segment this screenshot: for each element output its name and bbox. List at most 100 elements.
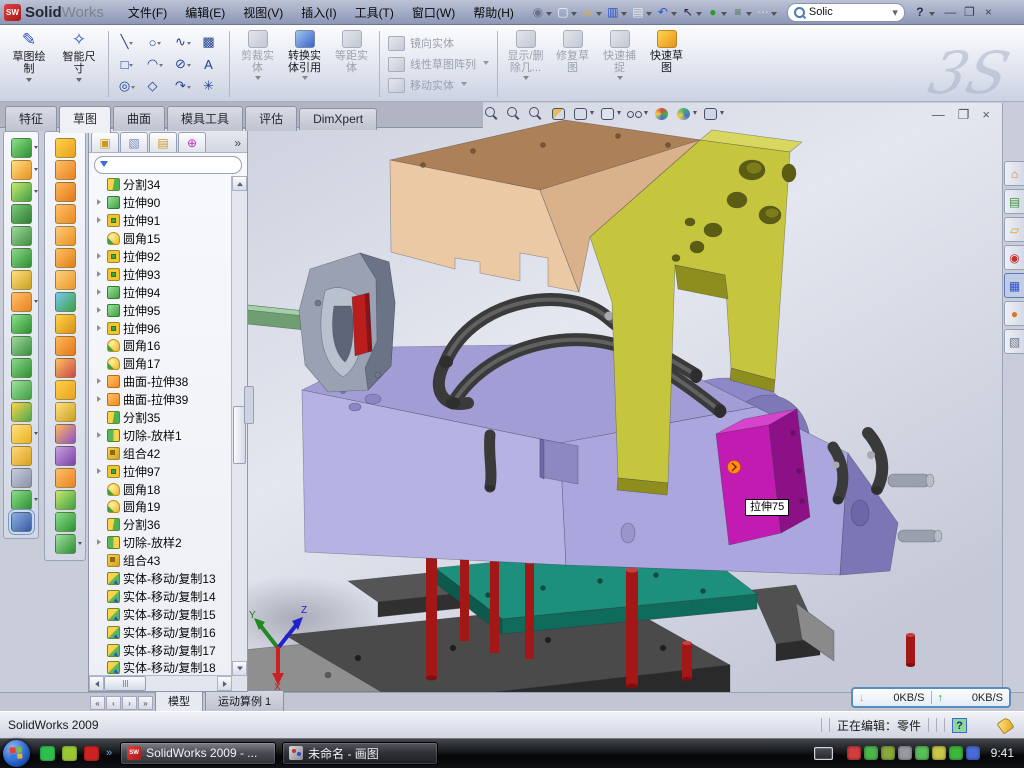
expand-arrow-icon[interactable] xyxy=(96,216,104,225)
tree-item[interactable]: 曲面-拉伸39 xyxy=(89,391,232,409)
design-library-tab[interactable]: ▤ xyxy=(1004,189,1024,214)
tag-icon[interactable] xyxy=(996,716,1014,734)
open-icon[interactable]: ▱ xyxy=(580,4,596,20)
spline-tool-icon[interactable] xyxy=(55,534,76,554)
doc-minimize-button[interactable]: — xyxy=(932,107,945,123)
tree-item[interactable]: 拉伸90 xyxy=(89,194,232,212)
tree-item[interactable]: 分割34 xyxy=(89,176,232,194)
tree-item[interactable]: 分割36 xyxy=(89,516,232,534)
sketch-button[interactable]: ✎ 草图绘制 xyxy=(4,28,54,100)
dropdown-caret-icon[interactable] xyxy=(590,111,594,117)
expand-arrow-icon[interactable] xyxy=(96,431,104,440)
configurationmanager-tab[interactable]: ▤ xyxy=(149,132,177,152)
extruded-cut-icon[interactable] xyxy=(11,160,32,180)
tray-update-icon[interactable] xyxy=(881,746,895,760)
dropdown-caret-icon[interactable] xyxy=(157,42,161,47)
rectangle-tool[interactable]: □ xyxy=(113,53,141,75)
dropdown-caret-icon[interactable] xyxy=(523,76,529,83)
curve-icon[interactable] xyxy=(11,490,32,510)
dropdown-caret-icon[interactable] xyxy=(646,12,652,19)
expand-arrow-icon[interactable] xyxy=(96,180,104,189)
reference-plane-icon[interactable] xyxy=(11,446,32,466)
expand-arrow-icon[interactable] xyxy=(96,520,104,529)
expand-arrow-icon[interactable] xyxy=(96,610,104,619)
solidworks-search-tab[interactable]: ◉ xyxy=(1004,245,1024,270)
magnifier-icon[interactable] xyxy=(528,106,545,122)
featuremanager-tab[interactable]: ▣ xyxy=(91,132,119,152)
menu-item[interactable]: 帮助(H) xyxy=(464,1,523,24)
view-palette-tab[interactable]: ▦ xyxy=(1004,273,1024,298)
line-tool[interactable]: ╲ xyxy=(113,31,141,53)
solidworks-resources-tab[interactable]: ⌂ xyxy=(1004,161,1024,186)
smart-dimension-button[interactable]: ✧ 智能尺寸 xyxy=(54,28,104,100)
dropdown-caret-icon[interactable] xyxy=(255,76,261,83)
expand-arrow-icon[interactable] xyxy=(96,270,104,279)
expand-arrow-icon[interactable] xyxy=(96,485,104,494)
taskbar-clock[interactable]: 9:41 xyxy=(991,746,1014,760)
close-button[interactable]: × xyxy=(979,3,998,21)
tree-item[interactable]: 实体-移动/复制16 xyxy=(89,623,232,641)
repair-sketch-button[interactable]: 修复草图 xyxy=(549,28,596,100)
overflow-icon[interactable]: ⋯ xyxy=(755,4,771,20)
swept-boss-icon[interactable] xyxy=(11,204,32,224)
expand-arrow-icon[interactable] xyxy=(96,252,104,261)
draft-icon[interactable] xyxy=(11,358,32,378)
dropdown-caret-icon[interactable] xyxy=(483,61,489,68)
expand-arrow-icon[interactable] xyxy=(96,395,104,404)
dropdown-caret-icon[interactable] xyxy=(76,78,82,85)
panel-splitter-handle[interactable] xyxy=(244,386,254,424)
revolved-boss-icon[interactable] xyxy=(11,226,32,246)
tree-item[interactable]: 实体-移动/复制15 xyxy=(89,605,232,623)
tray-security-icon[interactable] xyxy=(864,746,878,760)
file-explorer-tab[interactable]: ▱ xyxy=(1004,217,1024,242)
offset-entities-button[interactable]: 等距实体 xyxy=(328,28,375,100)
tree-item[interactable]: 切除-放样1 xyxy=(89,426,232,444)
tree-item[interactable]: 圆角19 xyxy=(89,498,232,516)
edit-sketch-icon[interactable] xyxy=(11,270,32,290)
dropdown-caret-icon[interactable] xyxy=(644,111,648,117)
section-view-icon[interactable] xyxy=(550,106,567,122)
taskbar-button[interactable]: SW SolidWorks 2009 - ... xyxy=(120,742,276,765)
insert-feature-icon[interactable] xyxy=(11,424,32,444)
tray-antivirus-icon[interactable] xyxy=(847,746,861,760)
point-tool[interactable]: ✳ xyxy=(197,75,225,97)
menu-item[interactable]: 编辑(E) xyxy=(176,1,234,24)
dropdown-caret-icon[interactable] xyxy=(129,42,133,47)
dropdown-caret-icon[interactable] xyxy=(596,12,602,19)
split-part-icon[interactable] xyxy=(55,402,76,422)
dropdown-caret-icon[interactable] xyxy=(617,111,621,117)
expand-arrow-icon[interactable] xyxy=(96,377,104,386)
search-caret-icon[interactable]: ▾ xyxy=(892,6,898,19)
apply-scene-icon[interactable] xyxy=(675,106,692,122)
dropdown-caret-icon[interactable] xyxy=(187,86,191,91)
taskbar-button[interactable]: 未命名 - 画图 xyxy=(282,742,438,765)
expand-arrow-icon[interactable] xyxy=(96,502,104,511)
extruded-boss-icon[interactable] xyxy=(11,138,32,158)
tree-item[interactable]: 实体-移动/复制17 xyxy=(89,641,232,659)
dropdown-caret-icon[interactable] xyxy=(159,64,163,69)
linear-sketch-pattern-button[interactable]: 线性草图阵列 xyxy=(384,54,493,75)
tree-item[interactable]: 拉伸94 xyxy=(89,283,232,301)
rebuild-traffic-light-icon[interactable]: ● xyxy=(705,4,721,20)
boundary-surface-icon[interactable] xyxy=(55,226,76,246)
expand-arrow-icon[interactable] xyxy=(96,324,104,333)
expand-arrow-icon[interactable] xyxy=(96,198,104,207)
doc-restore-button[interactable]: ❐ xyxy=(958,107,970,123)
knit-surface-icon[interactable] xyxy=(55,314,76,334)
reference-axis-icon[interactable] xyxy=(11,468,32,488)
filled-surface-icon[interactable] xyxy=(55,248,76,268)
restore-button[interactable]: ❐ xyxy=(960,3,979,21)
menu-item[interactable]: 工具(T) xyxy=(346,1,403,24)
move-copy-body-icon[interactable] xyxy=(11,402,32,422)
tree-item[interactable]: 圆角18 xyxy=(89,480,232,498)
dropdown-caret-icon[interactable] xyxy=(129,64,133,69)
trim-entities-button[interactable]: 剪裁实体 xyxy=(234,28,281,100)
expand-arrow-icon[interactable] xyxy=(96,646,104,655)
flag-icon[interactable] xyxy=(55,446,76,466)
planar-surface-icon[interactable] xyxy=(55,270,76,290)
ribbon-tab[interactable]: 特征 xyxy=(5,106,57,131)
dropdown-caret-icon[interactable] xyxy=(302,76,308,83)
dropdown-caret-icon[interactable] xyxy=(461,82,467,89)
antivirus-ball-icon[interactable] xyxy=(62,746,77,761)
spline-tool[interactable]: ∿ xyxy=(169,31,197,53)
